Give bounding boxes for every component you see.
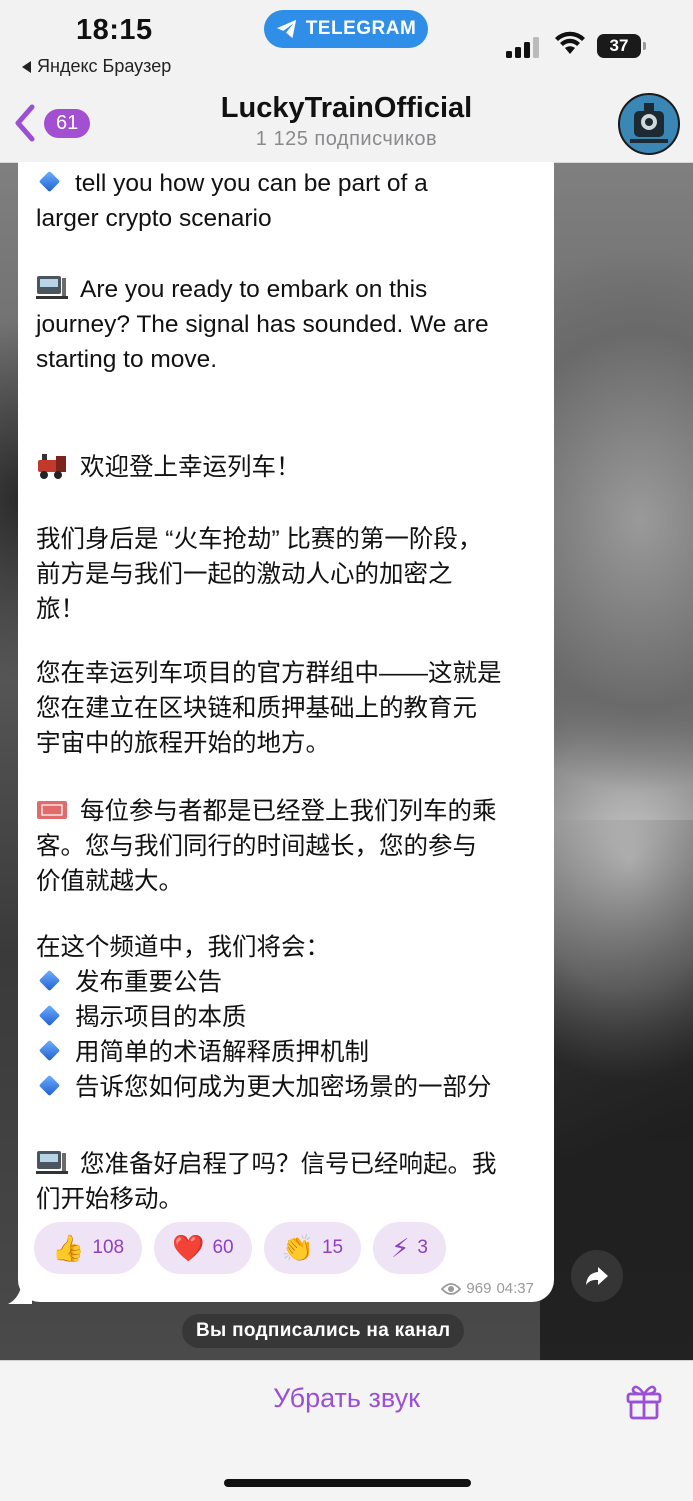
- reaction-clap[interactable]: 👏 15: [263, 1222, 362, 1274]
- text-line: 用简单的术语解释质押机制: [36, 1035, 369, 1070]
- lightning-icon: ⚡: [391, 1233, 410, 1263]
- ticket-icon: [37, 801, 67, 819]
- station-train-icon: [36, 1151, 68, 1174]
- blue-diamond-icon: [38, 170, 61, 193]
- text-line: tell you how you can be part of a: [36, 166, 428, 201]
- paper-plane-icon: [276, 19, 296, 39]
- bottom-bar: Убрать звук: [0, 1360, 693, 1501]
- status-time: 18:15: [76, 14, 153, 46]
- text-line: starting to move.: [36, 346, 218, 373]
- channel-post[interactable]: tell you how you can be part of a larger…: [18, 162, 554, 1302]
- back-triangle-icon: [22, 61, 31, 74]
- reaction-lightning[interactable]: ⚡ 3: [373, 1222, 446, 1274]
- bubble-tail: [8, 1282, 32, 1304]
- channel-avatar[interactable]: [618, 93, 680, 155]
- text-line: 告诉您如何成为更大加密场景的一部分: [36, 1070, 492, 1105]
- blue-diamond-icon: [38, 969, 61, 992]
- text-line: larger crypto scenario: [36, 205, 272, 232]
- text-line: 旅！: [36, 596, 85, 623]
- text-line: Are you ready to embark on this: [36, 272, 427, 307]
- text-line: 我们身后是 “火车抢劫” 比赛的第一阶段，: [36, 526, 483, 553]
- text-line: 们开始移动。: [36, 1186, 183, 1213]
- reaction-count: 60: [212, 1237, 234, 1258]
- back-to-app-link[interactable]: Яндекс Браузер: [22, 56, 171, 77]
- cellular-signal-icon: [506, 36, 542, 58]
- text-line: 每位参与者都是已经登上我们列车的乘: [36, 794, 497, 829]
- blue-diamond-icon: [38, 1004, 61, 1027]
- message-meta: 969 04:37: [441, 1280, 534, 1297]
- text-line: 发布重要公告: [36, 965, 222, 1000]
- blue-diamond-icon: [38, 1039, 61, 1062]
- reactions-row: 👍 108 ❤️ 60 👏 15 ⚡ 3: [34, 1222, 446, 1274]
- battery-level: 37: [609, 36, 629, 55]
- reaction-count: 3: [417, 1237, 428, 1258]
- thumbs-up-icon: 👍: [52, 1233, 85, 1263]
- text-line: 揭示项目的本质: [36, 1000, 247, 1035]
- wifi-icon: [555, 31, 585, 54]
- subscriber-count: 1 125 подписчиков: [255, 128, 438, 150]
- train-logo-icon: [620, 95, 678, 153]
- text-line: 您准备好启程了吗？信号已经响起。我: [36, 1147, 497, 1182]
- back-app-label: Яндекс Браузер: [37, 56, 172, 76]
- text-line: 前方是与我们一起的激动人心的加密之: [36, 561, 453, 588]
- share-arrow-icon: [586, 1267, 608, 1285]
- mute-button[interactable]: Убрать звук: [0, 1383, 693, 1414]
- top-bar: 18:15 Яндекс Браузер TELEGRAM 37 61 Luck…: [0, 0, 693, 163]
- text-line: 在这个频道中，我们将会：: [36, 934, 330, 961]
- text-line: journey? The signal has sounded. We are: [36, 311, 489, 338]
- text-line: 宇宙中的旅程开始的地方。: [36, 730, 330, 757]
- reaction-count: 15: [321, 1237, 344, 1258]
- battery-icon: 37: [597, 34, 641, 58]
- reaction-thumbs-up[interactable]: 👍 108: [34, 1222, 143, 1274]
- reaction-count: 108: [92, 1237, 125, 1258]
- view-count: 969: [466, 1280, 492, 1297]
- text-line: 欢迎登上幸运列车！: [36, 450, 301, 485]
- text-line: 您在建立在区块链和质押基础上的教育元: [36, 695, 477, 722]
- heart-icon: ❤️: [172, 1233, 205, 1263]
- blue-diamond-icon: [38, 1074, 61, 1097]
- battery-tip: [643, 42, 646, 50]
- telegram-pill[interactable]: TELEGRAM: [264, 10, 428, 48]
- gift-icon[interactable]: [624, 1381, 664, 1421]
- message-time: 04:37: [496, 1280, 534, 1297]
- station-train-icon: [36, 276, 68, 299]
- channel-title[interactable]: LuckyTrainOfficial: [0, 92, 693, 125]
- text-line: 价值就越大。: [36, 868, 183, 895]
- text-line: 客。您与我们同行的时间越长，您的参与: [36, 833, 477, 860]
- reaction-heart[interactable]: ❤️ 60: [154, 1222, 252, 1274]
- home-indicator: [224, 1479, 471, 1487]
- text-line: 您在幸运列车项目的官方群组中——这就是: [36, 660, 502, 687]
- steam-locomotive-icon: [38, 454, 66, 479]
- eye-icon: [441, 1282, 462, 1295]
- pill-label: TELEGRAM: [305, 18, 417, 39]
- clapping-hands-icon: 👏: [281, 1233, 314, 1263]
- share-button[interactable]: [571, 1250, 623, 1302]
- service-message: Вы подписались на канал: [182, 1314, 465, 1348]
